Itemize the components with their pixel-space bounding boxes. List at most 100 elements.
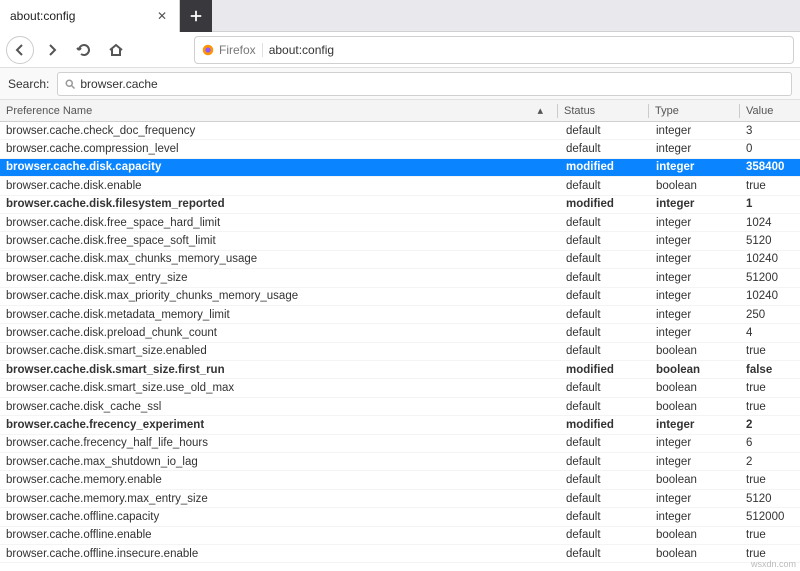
pref-name: browser.cache.frecency_experiment xyxy=(0,419,560,431)
pref-value: true xyxy=(740,548,800,560)
pref-type: integer xyxy=(650,272,740,284)
pref-status: default xyxy=(560,180,650,192)
pref-status: default xyxy=(560,125,650,137)
pref-type: integer xyxy=(650,309,740,321)
pref-value: 2 xyxy=(740,456,800,468)
table-row[interactable]: browser.cache.disk.preload_chunk_countde… xyxy=(0,324,800,342)
col-header-name[interactable]: Preference Name ▴ xyxy=(0,104,557,117)
pref-status: default xyxy=(560,217,650,229)
new-tab-button[interactable] xyxy=(180,0,212,32)
table-row[interactable]: browser.cache.max_shutdown_io_lagdefault… xyxy=(0,453,800,471)
pref-name: browser.cache.memory.max_entry_size xyxy=(0,493,560,505)
pref-value: 1024 xyxy=(740,217,800,229)
pref-name: browser.cache.disk.smart_size.enabled xyxy=(0,345,560,357)
home-button[interactable] xyxy=(102,36,130,64)
pref-status: modified xyxy=(560,161,650,173)
pref-name: browser.cache.disk.smart_size.first_run xyxy=(0,364,560,376)
table-row[interactable]: browser.cache.disk.smart_size.enableddef… xyxy=(0,343,800,361)
table-row[interactable]: browser.cache.offline.insecure.enabledef… xyxy=(0,545,800,563)
pref-type: integer xyxy=(650,198,740,210)
pref-type: integer xyxy=(650,327,740,339)
pref-value: true xyxy=(740,529,800,541)
table-row[interactable]: browser.cache.disk.free_space_soft_limit… xyxy=(0,232,800,250)
close-icon[interactable]: ✕ xyxy=(155,9,169,23)
table-row[interactable]: browser.cache.memory.enabledefaultboolea… xyxy=(0,471,800,489)
identity-box[interactable]: Firefox xyxy=(201,43,263,57)
watermark: wsxdn.com xyxy=(751,559,796,569)
pref-type: boolean xyxy=(650,180,740,192)
pref-status: default xyxy=(560,474,650,486)
pref-name: browser.cache.frecency_half_life_hours xyxy=(0,437,560,449)
col-header-value[interactable]: Value xyxy=(740,105,800,117)
table-row[interactable]: browser.cache.compression_leveldefaultin… xyxy=(0,140,800,158)
pref-name: browser.cache.offline.enable xyxy=(0,529,560,541)
table-row[interactable]: browser.cache.disk.max_chunks_memory_usa… xyxy=(0,251,800,269)
pref-status: default xyxy=(560,511,650,523)
table-row[interactable]: browser.cache.disk.capacitymodifiedinteg… xyxy=(0,159,800,177)
config-search-bar: Search: xyxy=(0,68,800,100)
pref-status: default xyxy=(560,548,650,560)
pref-status: default xyxy=(560,309,650,321)
search-input[interactable] xyxy=(80,77,785,91)
pref-value: 5120 xyxy=(740,493,800,505)
pref-value: 10240 xyxy=(740,253,800,265)
firefox-icon xyxy=(201,43,215,57)
pref-value: 4 xyxy=(740,327,800,339)
pref-name: browser.cache.disk_cache_ssl xyxy=(0,401,560,413)
forward-button[interactable] xyxy=(38,36,66,64)
reload-button[interactable] xyxy=(70,36,98,64)
pref-status: default xyxy=(560,272,650,284)
table-row[interactable]: browser.cache.disk.smart_size.use_old_ma… xyxy=(0,379,800,397)
table-row[interactable]: browser.cache.disk.free_space_hard_limit… xyxy=(0,214,800,232)
table-row[interactable]: browser.cache.frecency_experimentmodifie… xyxy=(0,416,800,434)
pref-type: integer xyxy=(650,493,740,505)
pref-type: boolean xyxy=(650,345,740,357)
pref-value: true xyxy=(740,474,800,486)
table-row[interactable]: browser.cache.disk.max_entry_sizedefault… xyxy=(0,269,800,287)
col-header-status[interactable]: Status xyxy=(558,105,648,117)
table-row[interactable]: browser.cache.offline.enabledefaultboole… xyxy=(0,527,800,545)
pref-value: true xyxy=(740,401,800,413)
table-row[interactable]: browser.cache.disk.max_priority_chunks_m… xyxy=(0,288,800,306)
url-bar[interactable]: Firefox xyxy=(194,36,794,64)
pref-name: browser.cache.disk.capacity xyxy=(0,161,560,173)
search-label: Search: xyxy=(8,77,49,91)
pref-value: 1 xyxy=(740,198,800,210)
pref-status: modified xyxy=(560,364,650,376)
tabs-bar: about:config ✕ xyxy=(0,0,800,32)
table-row[interactable]: browser.cache.disk.enabledefaultbooleant… xyxy=(0,177,800,195)
table-row[interactable]: browser.cache.disk.filesystem_reportedmo… xyxy=(0,196,800,214)
pref-value: 358400 xyxy=(740,161,800,173)
pref-type: boolean xyxy=(650,474,740,486)
table-row[interactable]: browser.cache.memory.max_entry_sizedefau… xyxy=(0,490,800,508)
pref-status: default xyxy=(560,437,650,449)
prefs-table: Preference Name ▴ Status Type Value brow… xyxy=(0,100,800,563)
browser-tab[interactable]: about:config ✕ xyxy=(0,0,180,32)
pref-name: browser.cache.compression_level xyxy=(0,143,560,155)
pref-status: default xyxy=(560,143,650,155)
table-row[interactable]: browser.cache.disk.smart_size.first_runm… xyxy=(0,361,800,379)
pref-status: default xyxy=(560,529,650,541)
pref-type: boolean xyxy=(650,529,740,541)
table-row[interactable]: browser.cache.disk.metadata_memory_limit… xyxy=(0,306,800,324)
table-header: Preference Name ▴ Status Type Value xyxy=(0,100,800,122)
pref-type: integer xyxy=(650,511,740,523)
table-row[interactable]: browser.cache.frecency_half_life_hoursde… xyxy=(0,435,800,453)
table-row[interactable]: browser.cache.offline.capacitydefaultint… xyxy=(0,508,800,526)
pref-status: modified xyxy=(560,419,650,431)
pref-value: 0 xyxy=(740,143,800,155)
pref-status: default xyxy=(560,493,650,505)
search-input-wrap[interactable] xyxy=(57,72,792,96)
pref-value: 5120 xyxy=(740,235,800,247)
back-button[interactable] xyxy=(6,36,34,64)
nav-bar: Firefox xyxy=(0,32,800,68)
col-header-type[interactable]: Type xyxy=(649,105,739,117)
pref-name: browser.cache.disk.preload_chunk_count xyxy=(0,327,560,339)
pref-name: browser.cache.disk.free_space_soft_limit xyxy=(0,235,560,247)
pref-status: default xyxy=(560,253,650,265)
table-row[interactable]: browser.cache.disk_cache_ssldefaultboole… xyxy=(0,398,800,416)
table-row[interactable]: browser.cache.check_doc_frequencydefault… xyxy=(0,122,800,140)
pref-type: integer xyxy=(650,125,740,137)
pref-status: modified xyxy=(560,198,650,210)
url-input[interactable] xyxy=(269,43,787,57)
